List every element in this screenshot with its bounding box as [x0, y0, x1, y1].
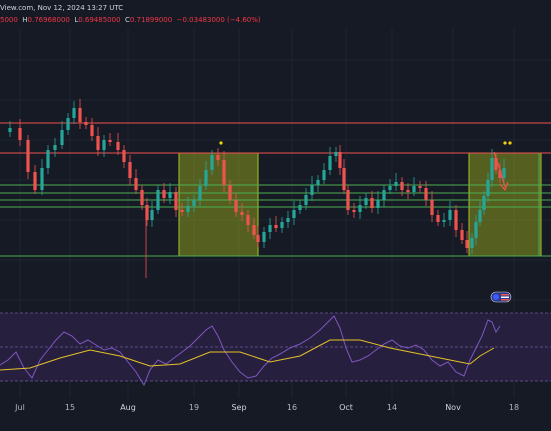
candle-body — [234, 200, 238, 212]
candle-body — [465, 240, 469, 248]
candle-body — [252, 225, 256, 235]
signal-marker — [219, 141, 223, 145]
candle-body — [502, 168, 506, 178]
candle-body — [322, 170, 326, 180]
candle-body — [298, 205, 302, 210]
candle-body — [262, 232, 266, 242]
candle-body — [210, 155, 214, 170]
candle-body — [352, 210, 356, 212]
candle-body — [304, 195, 308, 205]
candle-body — [33, 172, 37, 190]
candle-body — [156, 190, 160, 210]
candle-body — [388, 186, 392, 190]
candle-body — [180, 210, 184, 212]
candle-body — [334, 152, 338, 156]
candle-body — [358, 205, 362, 212]
x-axis-label: 19 — [188, 403, 200, 412]
x-axis-label: Sep — [231, 403, 247, 412]
candle-body — [174, 192, 178, 210]
candle-body — [40, 168, 44, 190]
x-axis-label: 14 — [386, 403, 398, 412]
candle-body — [382, 190, 386, 200]
candle-body — [192, 200, 196, 206]
candle-body — [442, 220, 446, 222]
candle-body — [186, 206, 190, 212]
candle-body — [286, 218, 290, 222]
candle-body — [424, 188, 428, 200]
candle-body — [400, 182, 404, 190]
signal-marker — [503, 141, 507, 145]
x-axis-label: 15 — [64, 403, 76, 412]
candle-body — [342, 168, 346, 190]
candle-body — [150, 210, 154, 220]
candle-body — [60, 130, 64, 145]
candle-body — [280, 222, 284, 228]
candle-body — [436, 215, 440, 222]
candle-body — [66, 118, 70, 130]
candle-body — [18, 128, 22, 140]
candle-body — [162, 190, 166, 198]
candle-body — [482, 196, 486, 210]
candle-body — [84, 122, 88, 125]
candle-body — [140, 190, 144, 205]
candle-body — [376, 200, 380, 208]
candle-body — [310, 185, 314, 195]
candle-body — [316, 180, 320, 185]
candle-body — [222, 160, 226, 185]
candle-body — [204, 170, 208, 186]
candle-body — [216, 155, 220, 160]
candle-body — [168, 192, 172, 198]
candle-body — [328, 156, 332, 170]
candle-body — [474, 222, 478, 238]
candle-body — [72, 108, 76, 118]
candle-body — [292, 210, 296, 218]
candle-body — [490, 158, 494, 180]
candle-body — [406, 190, 410, 192]
candle-body — [430, 200, 434, 215]
x-axis-label: Oct — [339, 403, 353, 412]
candle-body — [108, 140, 112, 142]
candle-body — [338, 152, 342, 168]
candle-body — [246, 215, 250, 225]
candle-body — [460, 230, 464, 240]
candle-body — [274, 225, 278, 228]
flag-badge-icon[interactable] — [490, 291, 512, 303]
candle-body — [412, 186, 416, 192]
candle-body — [26, 140, 30, 172]
candle-body — [418, 186, 422, 188]
candle-body — [78, 108, 82, 122]
price-chart[interactable] — [0, 0, 551, 431]
x-axis-label: 18 — [508, 403, 520, 412]
candle-body — [470, 238, 474, 248]
candle-body — [8, 128, 12, 132]
x-axis-label: 16 — [286, 403, 298, 412]
candle-body — [394, 182, 398, 186]
candle-body — [134, 178, 138, 190]
candle-body — [198, 186, 202, 200]
candle-body — [240, 212, 244, 215]
candle-body — [122, 150, 126, 162]
signal-marker — [508, 141, 512, 145]
candle-body — [268, 225, 272, 232]
candle-body — [346, 190, 350, 210]
candle-body — [116, 142, 120, 150]
candle-body — [90, 125, 94, 136]
candle-body — [448, 210, 452, 220]
candle-body — [53, 145, 57, 150]
candle-body — [128, 162, 132, 178]
candle-body — [96, 136, 100, 150]
candle-body — [46, 150, 50, 168]
highlight-zone-1 — [178, 152, 259, 257]
candle-body — [256, 235, 260, 242]
x-axis-label: Jul — [15, 403, 25, 412]
candle-body — [102, 140, 106, 150]
candle-body — [478, 210, 482, 222]
x-axis-label: Nov — [445, 403, 461, 412]
candle-body — [486, 180, 490, 196]
candle-body — [454, 210, 458, 230]
candle-body — [228, 185, 232, 200]
candle-body — [370, 198, 374, 208]
x-axis-label: Aug — [120, 403, 136, 412]
candle-body — [364, 198, 368, 205]
